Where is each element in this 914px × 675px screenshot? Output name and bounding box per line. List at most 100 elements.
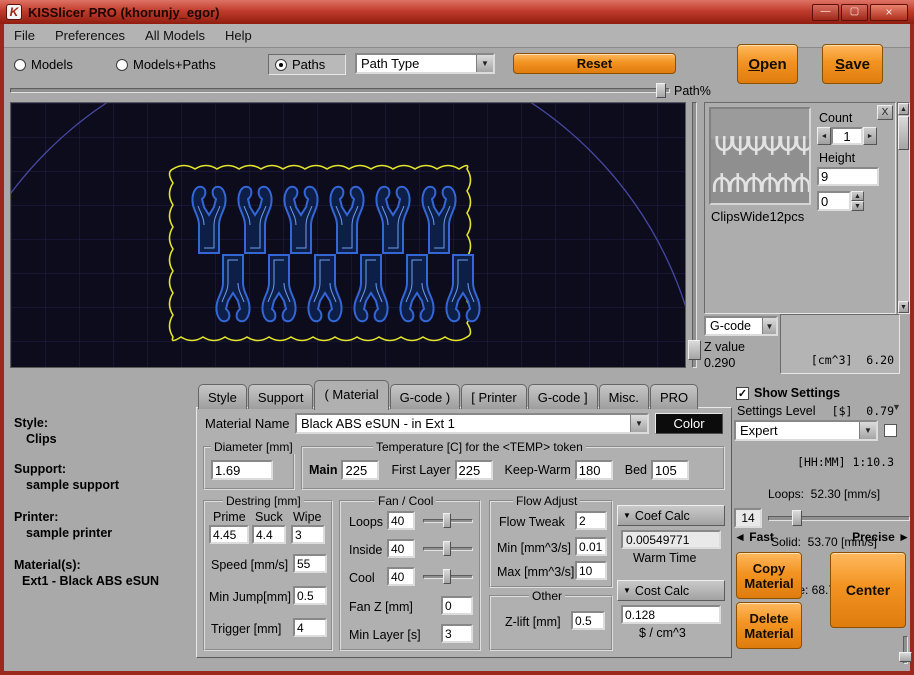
tab-style[interactable]: Style — [198, 384, 247, 409]
z-layer-slider-thumb[interactable] — [688, 340, 701, 360]
misc-slider-thumb[interactable] — [899, 652, 912, 662]
fast-precise-slider-thumb[interactable] — [792, 510, 802, 526]
scrollbar-down-button[interactable]: ▼ — [898, 301, 909, 313]
tab-printer[interactable]: [ Printer — [461, 384, 527, 409]
min-flow-input[interactable] — [575, 537, 607, 556]
model-close-button[interactable]: X — [877, 105, 893, 120]
radio-models-paths[interactable]: Models+Paths — [116, 57, 216, 72]
count-decrement-button[interactable]: ◄ — [817, 127, 831, 145]
menu-item-preferences[interactable]: Preferences — [45, 25, 135, 46]
prime-input[interactable] — [209, 525, 249, 544]
show-settings-checkbox[interactable]: ✓ Show Settings — [736, 386, 840, 400]
max-flow-input[interactable] — [575, 561, 607, 580]
maximize-button[interactable]: ▢ — [841, 4, 868, 21]
tab-support[interactable]: Support — [248, 384, 314, 409]
temp-bed-input[interactable] — [651, 460, 689, 480]
spin-down-icon: ▼ — [854, 203, 861, 210]
color-button[interactable]: Color — [655, 413, 723, 434]
settings-level-dropdown[interactable]: Expert ▼ — [734, 420, 878, 441]
fan-cool-slider-thumb[interactable] — [443, 569, 451, 584]
min-layer-input[interactable] — [441, 624, 473, 643]
model-thumbnail[interactable]: ΨΨΨΨΨΨΨΨΨΨΨΨ — [709, 107, 811, 205]
tab-pro[interactable]: PRO — [650, 384, 698, 409]
cost-value-input[interactable] — [621, 605, 721, 624]
tab-material[interactable]: ( Material — [314, 380, 388, 410]
coef-calc-button[interactable]: ▼ Coef Calc — [617, 505, 725, 526]
destring-speed-input[interactable] — [293, 554, 327, 573]
cost-calc-button[interactable]: ▼ Cost Calc — [617, 580, 725, 601]
flow-tweak-input[interactable] — [575, 511, 607, 530]
gcode-dropdown[interactable]: G-code ▼ — [704, 316, 778, 336]
fan-cool-input[interactable] — [387, 567, 415, 586]
scrollbar-thumb[interactable] — [898, 116, 909, 150]
model-panel-scrollbar[interactable]: ▲ ▼ — [897, 102, 910, 314]
fan-inside-wrap — [387, 539, 415, 558]
height-input[interactable] — [817, 167, 879, 186]
suck-label: Suck — [255, 510, 283, 524]
z-offset-input[interactable] — [817, 191, 851, 211]
open-button[interactable]: Open — [737, 44, 798, 84]
radio-models[interactable]: Models — [14, 57, 73, 72]
viewport-3d-view[interactable] — [10, 102, 686, 368]
material-name-label: Material Name — [205, 416, 290, 431]
settings-tabs: StyleSupport( MaterialG-code )[ PrinterG… — [198, 380, 699, 410]
material-name-dropdown[interactable]: Black ABS eSUN - in Ext 1 ▼ — [295, 413, 649, 434]
copy-material-button[interactable]: Copy Material — [736, 552, 802, 599]
show-settings-label: Show Settings — [754, 386, 840, 400]
count-input[interactable] — [831, 127, 863, 145]
save-button[interactable]: Save — [822, 44, 883, 84]
radio-paths[interactable]: Paths — [268, 54, 346, 75]
fan-inside-input[interactable] — [387, 539, 415, 558]
min-layer-label: Min Layer [s] — [349, 628, 421, 642]
fast-precise-slider[interactable] — [768, 516, 910, 521]
gcode-chevron-icon: ▼ — [766, 322, 774, 331]
title-bar[interactable]: K KISSlicer PRO (khorunjy_egor) — ▢ × — [0, 0, 914, 24]
tab-material-gcode[interactable]: G-code ) — [390, 384, 461, 409]
diameter-input[interactable] — [211, 460, 273, 480]
cost-unit-label: $ / cm^3 — [639, 626, 686, 640]
fan-z-input[interactable] — [441, 596, 473, 615]
temp-main-input[interactable] — [341, 460, 379, 480]
path-percent-slider[interactable] — [10, 88, 670, 93]
center-button[interactable]: Center — [830, 552, 906, 628]
z-offset-up-button[interactable]: ▲ — [851, 191, 864, 201]
copy-material-label: Copy Material — [739, 561, 799, 591]
temp-keep-warm-input[interactable] — [575, 460, 613, 480]
temp-first-layer-input[interactable] — [455, 460, 493, 480]
path-type-dropdown[interactable]: Path Type ▼ — [355, 53, 495, 74]
menu-item-all-models[interactable]: All Models — [135, 25, 215, 46]
trigger-input[interactable] — [293, 618, 327, 637]
path-percent-slider-thumb[interactable] — [656, 83, 666, 98]
minimize-button[interactable]: — — [812, 4, 839, 21]
count-increment-button[interactable]: ► — [863, 127, 877, 145]
temp-first-layer-label: First Layer — [391, 463, 450, 477]
scroll-up-icon: ▲ — [900, 106, 907, 113]
z-offset-down-button[interactable]: ▼ — [851, 201, 864, 211]
diameter-group: Diameter [mm] — [203, 446, 295, 490]
temp-bed-wrap — [651, 460, 689, 480]
cost-calc-label: Cost Calc — [635, 584, 689, 598]
print-stats: [cm^3] 6.20 [$] 0.79 [HH:MM] 1:10.3 — [780, 314, 900, 374]
scrollbar-up-button[interactable]: ▲ — [898, 103, 909, 115]
fan-loops-input[interactable] — [387, 511, 415, 530]
radio-paths-label: Paths — [292, 57, 325, 72]
tab-misc[interactable]: Misc. — [599, 384, 649, 409]
close-button[interactable]: × — [870, 4, 908, 21]
delete-material-button[interactable]: Delete Material — [736, 602, 802, 649]
reset-button[interactable]: Reset — [513, 53, 676, 74]
z-lift-input[interactable] — [571, 611, 605, 630]
menu-item-help[interactable]: Help — [215, 25, 262, 46]
fan-loops-slider-thumb[interactable] — [443, 513, 451, 528]
settings-level-checkbox[interactable] — [884, 424, 897, 437]
tab-printer-gcode[interactable]: G-code ] — [528, 384, 598, 409]
min-jump-input[interactable] — [293, 586, 327, 605]
coef-value: 0.00549771 — [621, 530, 721, 549]
wipe-input[interactable] — [291, 525, 325, 544]
settings-level-chevron-icon[interactable]: ▼ — [892, 402, 901, 412]
precise-arrow-icon: ► — [898, 530, 910, 544]
other-group-label: Other — [529, 589, 565, 603]
fan-inside-slider-thumb[interactable] — [443, 541, 451, 556]
menu-item-file[interactable]: File — [4, 25, 45, 46]
z-layer-slider[interactable] — [692, 102, 697, 368]
suck-input[interactable] — [252, 525, 286, 544]
